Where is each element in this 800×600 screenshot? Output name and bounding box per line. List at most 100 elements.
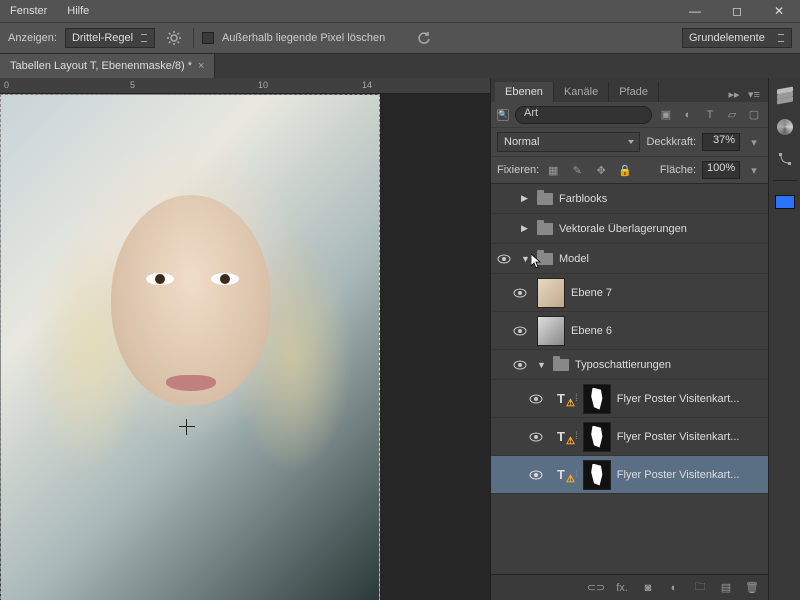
lock-label: Fixieren: [497, 164, 539, 176]
visibility-toggle[interactable] [529, 394, 547, 404]
menu-fenster[interactable]: Fenster [10, 5, 47, 17]
folder-icon [537, 193, 553, 205]
panel-menu-icon[interactable]: ▾≡ [746, 86, 762, 102]
lock-position-icon[interactable]: ✥ [593, 162, 609, 178]
rule-preset-dropdown[interactable]: Drittel-Regel [65, 28, 155, 48]
add-mask-icon[interactable]: ◙ [640, 580, 656, 596]
delete-outside-checkbox[interactable] [202, 32, 214, 44]
folder-icon [537, 253, 553, 265]
layer-name[interactable]: Flyer Poster Visitenkart... [617, 431, 762, 443]
filter-adjust-icon[interactable]: ◐ [680, 107, 696, 123]
layer-name[interactable]: Model [559, 253, 762, 265]
dock-channels-icon[interactable] [774, 116, 796, 138]
menu-hilfe[interactable]: Hilfe [67, 5, 89, 17]
layer-name[interactable]: Ebene 7 [571, 287, 762, 299]
filter-image-icon[interactable]: ▣ [658, 107, 674, 123]
new-group-icon[interactable]: 🗀 [692, 580, 708, 596]
fill-label: Fläche: [660, 164, 696, 176]
layer-ebene6[interactable]: Ebene 6 [491, 312, 768, 350]
gear-icon[interactable] [163, 27, 185, 49]
filter-shape-icon[interactable]: ▱ [724, 107, 740, 123]
layer-group-farblooks[interactable]: ▶ Farblooks [491, 184, 768, 214]
folder-icon [537, 223, 553, 235]
folder-icon [553, 359, 569, 371]
layer-group-typoschatt[interactable]: ▼ Typoschattierungen [491, 350, 768, 380]
visibility-toggle[interactable] [497, 254, 515, 264]
new-adjustment-icon[interactable]: ◐ [666, 580, 682, 596]
visibility-toggle[interactable] [513, 360, 531, 370]
layer-group-vektorale[interactable]: ▶ Vektorale Überlagerungen [491, 214, 768, 244]
tab-ebenen[interactable]: Ebenen [495, 82, 554, 102]
close-icon[interactable]: × [198, 60, 204, 72]
document-tab-title: Tabellen Layout T, Ebenenmaske/8) * [10, 60, 192, 72]
side-dock [768, 78, 800, 600]
opacity-label: Deckkraft: [646, 136, 696, 148]
layer-flyer-3[interactable]: T⚠ ⁞ Flyer Poster Visitenkart... [491, 456, 768, 494]
mask-thumbnail[interactable] [583, 460, 611, 490]
anzeigen-label: Anzeigen: [8, 32, 57, 44]
collapse-icon[interactable]: ▸▸ [726, 86, 742, 102]
delete-outside-label: Außerhalb liegende Pixel löschen [222, 32, 385, 44]
dock-layers-icon[interactable] [774, 84, 796, 106]
link-layers-icon[interactable]: ⊂⊃ [588, 580, 604, 596]
chevron-right-icon[interactable]: ▶ [521, 193, 531, 204]
layer-thumbnail[interactable] [537, 316, 565, 346]
filter-smart-icon[interactable]: ▢ [746, 107, 762, 123]
mask-link-icon[interactable]: ⁞ [575, 393, 577, 404]
filter-kind-dropdown[interactable]: Art [515, 106, 652, 124]
layer-name[interactable]: Flyer Poster Visitenkart... [617, 393, 762, 405]
workspace-dropdown[interactable]: Grundelemente [682, 28, 792, 48]
layer-name[interactable]: Vektorale Überlagerungen [559, 223, 762, 235]
mask-thumbnail[interactable] [583, 422, 611, 452]
window-maximize-button[interactable]: ◻ [716, 0, 758, 22]
fill-chevron-icon[interactable]: ▾ [746, 162, 762, 178]
layer-flyer-2[interactable]: T⚠ ⁞ Flyer Poster Visitenkart... [491, 418, 768, 456]
blend-mode-dropdown[interactable]: Normal [497, 132, 640, 152]
lock-all-icon[interactable]: 🔒 [617, 162, 633, 178]
mask-thumbnail[interactable] [583, 384, 611, 414]
layer-ebene7[interactable]: Ebene 7 [491, 274, 768, 312]
fill-input[interactable]: 100% [702, 161, 740, 179]
visibility-toggle[interactable] [513, 288, 531, 298]
layer-name[interactable]: Farblooks [559, 193, 762, 205]
visibility-toggle[interactable] [529, 432, 547, 442]
chevron-right-icon[interactable]: ▶ [521, 223, 531, 234]
chevron-down-icon[interactable]: ▼ [521, 254, 531, 264]
opacity-input[interactable]: 37% [702, 133, 740, 151]
filter-type-icon[interactable]: T [702, 107, 718, 123]
visibility-toggle[interactable] [529, 470, 547, 480]
delete-layer-icon[interactable]: 🗑 [744, 580, 760, 596]
layer-thumbnail[interactable] [537, 278, 565, 308]
ruler-horizontal: 0 5 10 14 [0, 78, 490, 94]
opacity-chevron-icon[interactable]: ▾ [746, 134, 762, 150]
mask-link-icon[interactable]: ⁞ [575, 469, 577, 480]
layers-list: ▶ Farblooks ▶ Vektorale Überlagerungen ▼… [491, 184, 768, 574]
document-tab[interactable]: Tabellen Layout T, Ebenenmaske/8) * × [0, 54, 215, 78]
reset-icon[interactable] [413, 27, 435, 49]
canvas-area[interactable]: 0 5 10 14 [0, 78, 490, 600]
layer-flyer-1[interactable]: T⚠ ⁞ Flyer Poster Visitenkart... [491, 380, 768, 418]
document-canvas[interactable] [0, 94, 380, 600]
window-minimize-button[interactable]: — [674, 0, 716, 22]
search-icon[interactable]: 🔍 [497, 109, 509, 121]
type-layer-icon: T⚠ [553, 391, 569, 407]
layer-name[interactable]: Typoschattierungen [575, 359, 762, 371]
layer-name[interactable]: Ebene 6 [571, 325, 762, 337]
window-close-button[interactable]: ✕ [758, 0, 800, 22]
lock-pixels-icon[interactable]: ✎ [569, 162, 585, 178]
type-layer-icon: T⚠ [553, 467, 569, 483]
new-layer-icon[interactable]: ▤ [718, 580, 734, 596]
layer-fx-icon[interactable]: fx. [614, 580, 630, 596]
type-layer-icon: T⚠ [553, 429, 569, 445]
move-cursor-icon [179, 419, 195, 435]
tab-pfade[interactable]: Pfade [609, 82, 659, 102]
dock-color-swatch[interactable] [774, 191, 796, 213]
tab-kanaele[interactable]: Kanäle [554, 82, 609, 102]
layer-group-model[interactable]: ▼ Model [491, 244, 768, 274]
mask-link-icon[interactable]: ⁞ [575, 431, 577, 442]
visibility-toggle[interactable] [513, 326, 531, 336]
chevron-down-icon[interactable]: ▼ [537, 360, 547, 370]
dock-paths-icon[interactable] [774, 148, 796, 170]
lock-transparency-icon[interactable]: ▦ [545, 162, 561, 178]
layer-name[interactable]: Flyer Poster Visitenkart... [617, 469, 762, 481]
